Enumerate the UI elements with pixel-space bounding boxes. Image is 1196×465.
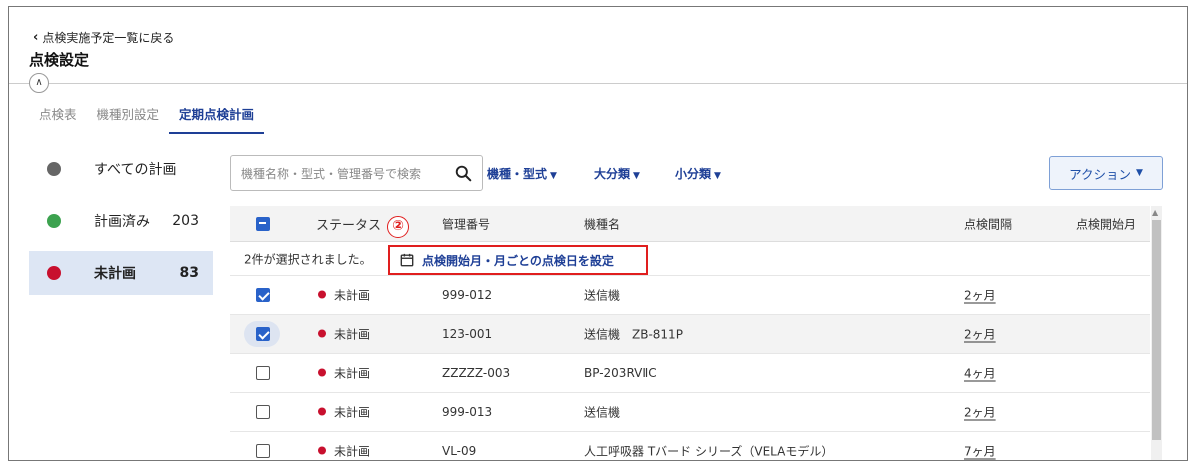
- status-dot-icon: [318, 329, 326, 338]
- tab-bar: 点検表 機種別設定 定期点検計画: [29, 104, 265, 134]
- caret-down-icon: ▼: [1135, 168, 1143, 178]
- table-scrollbar[interactable]: ▲: [1151, 206, 1162, 460]
- sidebar-item-count: 203: [172, 213, 199, 229]
- table-row[interactable]: 未計画 999-012 送信機 2ヶ月: [230, 276, 1150, 315]
- status-dot-icon: [47, 266, 61, 280]
- name-cell: 送信機: [584, 288, 621, 303]
- tab-periodic-plan[interactable]: 定期点検計画: [169, 104, 265, 134]
- calendar-icon: [400, 253, 414, 267]
- row-checkbox[interactable]: [256, 405, 270, 419]
- select-all-checkbox[interactable]: [256, 216, 270, 231]
- sidebar-item-label: 計画済み: [94, 214, 150, 230]
- scrollbar-thumb[interactable]: [1152, 220, 1161, 440]
- action-button[interactable]: アクション ▼: [1049, 156, 1163, 190]
- status-cell: 未計画: [318, 365, 370, 382]
- status-cell: 未計画: [318, 326, 370, 343]
- interval-link[interactable]: 2ヶ月: [964, 287, 996, 304]
- annotation-badge: ②: [387, 216, 409, 238]
- id-cell: ZZZZZ-003: [442, 366, 511, 380]
- status-dot-icon: [318, 407, 326, 416]
- row-checkbox[interactable]: [256, 288, 270, 302]
- tab-model-settings[interactable]: 機種別設定: [87, 104, 170, 134]
- back-link-label: 点検実施予定一覧に戻る: [42, 31, 175, 45]
- sidebar-item-all-plans[interactable]: すべての計画: [29, 147, 213, 191]
- filter-major-category-dropdown[interactable]: 大分類 ▼: [594, 165, 640, 182]
- filter-label: 機種・型式: [487, 167, 548, 181]
- name-cell: BP-203RVⅡC: [584, 366, 657, 380]
- column-header-status[interactable]: ステータス: [316, 214, 381, 233]
- sidebar-item-label: 未計画: [94, 266, 136, 282]
- app-window: ‹ 点検実施予定一覧に戻る 点検設定 ∧ 点検表 機種別設定 定期点検計画 すべ…: [8, 6, 1188, 461]
- row-checkbox[interactable]: [256, 444, 270, 458]
- status-label: 未計画: [334, 444, 371, 459]
- status-cell: 未計画: [318, 287, 370, 304]
- sidebar-item-unplanned[interactable]: 未計画 83: [29, 251, 213, 295]
- caret-down-icon: ▼: [633, 171, 640, 181]
- sidebar-item-label: すべての計画: [94, 162, 177, 178]
- status-label: 未計画: [334, 366, 371, 381]
- interval-link[interactable]: 7ヶ月: [964, 443, 996, 460]
- table-row[interactable]: 未計画 VL-09 人工呼吸器 Tバード シリーズ（VELAモデル） 7ヶ月: [230, 432, 1150, 460]
- status-dot-icon: [318, 290, 326, 299]
- filter-model-dropdown[interactable]: 機種・型式 ▼: [487, 165, 557, 182]
- column-header-name[interactable]: 機種名: [584, 215, 620, 232]
- set-inspection-schedule-label: 点検開始月・月ごとの点検日を設定: [422, 253, 614, 268]
- tab-inspection-sheet[interactable]: 点検表: [29, 104, 87, 134]
- id-cell: 999-012: [442, 288, 493, 302]
- back-link[interactable]: ‹ 点検実施予定一覧に戻る: [33, 29, 174, 46]
- action-button-label: アクション: [1069, 166, 1131, 182]
- row-checkbox[interactable]: [256, 366, 270, 380]
- caret-down-icon: ▼: [714, 171, 721, 181]
- status-dot-icon: [47, 162, 61, 176]
- status-cell: 未計画: [318, 404, 370, 421]
- status-dot-icon: [47, 214, 61, 228]
- interval-link[interactable]: 2ヶ月: [964, 326, 996, 343]
- search-input[interactable]: 機種名称・型式・管理番号で検索: [230, 155, 483, 191]
- interval-link[interactable]: 2ヶ月: [964, 404, 996, 421]
- column-header-start-month[interactable]: 点検開始月: [1076, 215, 1136, 232]
- filter-label: 小分類: [675, 167, 712, 181]
- sidebar-item-planned[interactable]: 計画済み 203: [29, 199, 213, 243]
- status-label: 未計画: [334, 288, 371, 303]
- row-checkbox[interactable]: [256, 327, 270, 341]
- filter-label: 大分類: [594, 167, 631, 181]
- collapse-button[interactable]: ∧: [29, 73, 49, 93]
- table-row[interactable]: 未計画 ZZZZZ-003 BP-203RVⅡC 4ヶ月: [230, 354, 1150, 393]
- table-row[interactable]: 未計画 999-013 送信機 2ヶ月: [230, 393, 1150, 432]
- id-cell: 123-001: [442, 327, 493, 341]
- chevron-up-icon: ∧: [35, 77, 43, 88]
- selection-message: 2件が選択されました。: [244, 252, 372, 266]
- interval-link[interactable]: 4ヶ月: [964, 365, 996, 382]
- column-header-id[interactable]: 管理番号: [442, 215, 490, 232]
- selection-bar: 2件が選択されました。 点検開始月・月ごとの点検日を設定: [230, 242, 1150, 276]
- search-placeholder: 機種名称・型式・管理番号で検索: [241, 166, 422, 181]
- name-cell: 送信機 ZB-811P: [584, 327, 683, 342]
- status-dot-icon: [318, 368, 326, 377]
- search-icon[interactable]: [455, 165, 472, 182]
- chevron-left-icon: ‹: [33, 30, 39, 45]
- table-header: ステータス 管理番号 機種名 点検間隔 点検開始月: [230, 206, 1150, 242]
- scroll-up-icon[interactable]: ▲: [1152, 208, 1158, 217]
- header-divider: [9, 83, 1187, 84]
- sidebar-item-count: 83: [179, 265, 199, 281]
- status-label: 未計画: [334, 405, 371, 420]
- filter-minor-category-dropdown[interactable]: 小分類 ▼: [675, 165, 721, 182]
- caret-down-icon: ▼: [550, 171, 557, 181]
- id-cell: VL-09: [442, 444, 477, 458]
- name-cell: 人工呼吸器 Tバード シリーズ（VELAモデル）: [584, 444, 834, 459]
- table-row[interactable]: 未計画 123-001 送信機 ZB-811P 2ヶ月: [230, 315, 1150, 354]
- status-label: 未計画: [334, 327, 371, 342]
- id-cell: 999-013: [442, 405, 493, 419]
- set-inspection-schedule-button[interactable]: 点検開始月・月ごとの点検日を設定: [388, 245, 648, 275]
- column-header-interval[interactable]: 点検間隔: [964, 215, 1012, 232]
- status-dot-icon: [318, 446, 326, 455]
- page-title: 点検設定: [29, 51, 90, 69]
- name-cell: 送信機: [584, 405, 621, 420]
- status-cell: 未計画: [318, 443, 370, 460]
